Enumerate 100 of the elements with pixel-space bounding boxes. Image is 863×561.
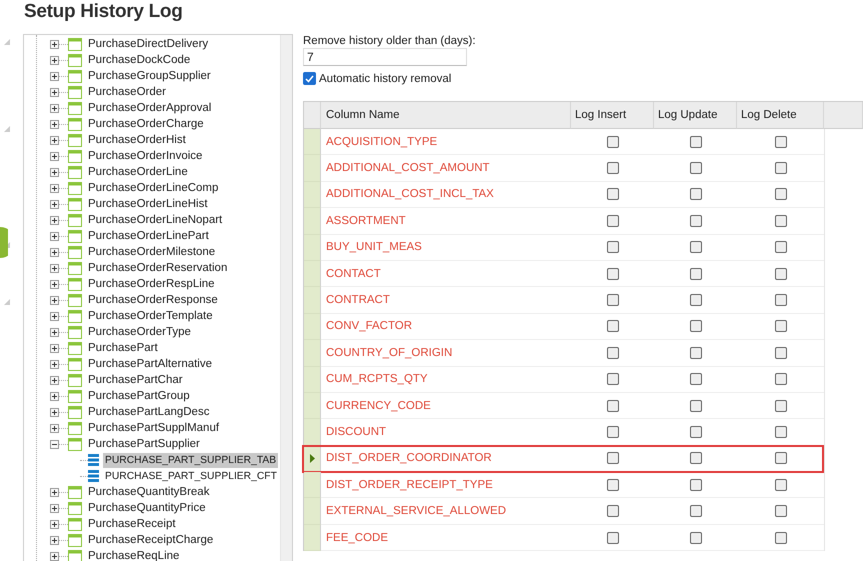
tree-item[interactable]: PurchaseOrderInvoice <box>86 148 204 164</box>
checkbox[interactable] <box>690 426 702 438</box>
checkbox[interactable] <box>690 346 702 359</box>
expand-icon[interactable] <box>50 136 59 144</box>
column-header[interactable]: Log Insert <box>571 102 654 129</box>
tree-item[interactable]: PurchaseOrderTemplate <box>86 308 215 324</box>
expand-icon[interactable] <box>50 360 59 368</box>
expand-icon[interactable] <box>50 248 59 256</box>
expand-icon[interactable] <box>50 168 59 176</box>
tree-item[interactable]: PurchasePart <box>86 340 160 356</box>
checkbox[interactable] <box>606 214 618 227</box>
tree-item[interactable]: PurchaseOrderLineHist <box>86 196 210 212</box>
checkbox[interactable] <box>690 214 702 227</box>
tree-item[interactable]: PurchaseOrderLineNopart <box>86 212 224 228</box>
checkbox[interactable] <box>606 532 618 544</box>
checkbox[interactable] <box>774 268 786 280</box>
tree-item[interactable]: PurchaseDirectDelivery <box>86 36 210 52</box>
expand-icon[interactable] <box>50 328 59 336</box>
tree-item[interactable]: PURCHASE_PART_SUPPLIER_CFT <box>103 468 279 484</box>
checkbox[interactable] <box>690 241 702 254</box>
tree-item[interactable]: PurchaseOrderLine <box>86 164 190 180</box>
checkbox[interactable] <box>606 241 618 254</box>
checkbox[interactable] <box>690 452 702 464</box>
tree-item[interactable]: PurchaseOrder <box>86 84 168 100</box>
tree-item[interactable]: PurchasePartLangDesc <box>86 404 212 420</box>
expand-icon[interactable] <box>50 536 59 544</box>
tree-item[interactable]: PurchaseDockCode <box>86 52 192 68</box>
tree-item[interactable]: PurchaseQuantityBreak <box>86 484 212 500</box>
expand-icon[interactable] <box>50 120 59 128</box>
expand-icon[interactable] <box>50 520 59 528</box>
checkbox[interactable] <box>690 532 702 544</box>
checkbox[interactable] <box>774 294 786 306</box>
checkbox[interactable] <box>774 373 786 386</box>
expand-icon[interactable] <box>50 72 59 80</box>
checkbox[interactable] <box>774 426 786 438</box>
checkbox[interactable] <box>690 136 702 148</box>
checkbox[interactable] <box>774 162 786 174</box>
days-field[interactable]: 7 <box>303 48 467 66</box>
tree-item[interactable]: PurchasePartSupplManuf <box>86 420 222 436</box>
expand-icon[interactable] <box>50 104 59 112</box>
checkbox[interactable] <box>774 532 786 544</box>
expand-icon[interactable] <box>50 312 59 320</box>
checkbox[interactable] <box>690 373 702 386</box>
checkbox[interactable] <box>690 268 702 280</box>
expand-icon[interactable] <box>50 424 59 432</box>
column-header[interactable]: Log Update <box>654 102 737 129</box>
expand-icon[interactable] <box>50 88 59 96</box>
column-header[interactable]: Column Name <box>321 102 571 129</box>
checkbox[interactable] <box>606 162 618 174</box>
checkbox[interactable] <box>774 400 786 412</box>
collapse-icon[interactable] <box>50 440 59 448</box>
tree-item[interactable]: PurchasePartGroup <box>86 388 192 404</box>
checkbox[interactable] <box>690 505 702 518</box>
checkbox[interactable] <box>606 188 618 200</box>
checkbox[interactable] <box>774 241 786 254</box>
expand-icon[interactable] <box>50 392 59 400</box>
tree-item[interactable]: PurchasePartAlternative <box>86 356 214 372</box>
tree-item[interactable]: PURCHASE_PART_SUPPLIER_TAB <box>103 452 278 468</box>
tree-item[interactable]: PurchasePartSupplier <box>86 436 202 452</box>
expand-icon[interactable] <box>50 184 59 192</box>
expand-icon[interactable] <box>50 152 59 160</box>
tree-item[interactable]: PurchaseOrderRespLine <box>86 276 217 292</box>
expand-icon[interactable] <box>50 408 59 416</box>
tree-item[interactable]: PurchaseOrderHist <box>86 132 188 148</box>
checkbox[interactable] <box>606 478 618 491</box>
checkbox[interactable] <box>774 188 786 200</box>
checkbox[interactable] <box>774 346 786 359</box>
checkbox[interactable] <box>774 478 786 491</box>
tree-item[interactable]: PurchasePartChar <box>86 372 185 388</box>
checkbox[interactable] <box>774 214 786 227</box>
expand-icon[interactable] <box>50 344 59 352</box>
tree-item[interactable]: PurchaseQuantityPrice <box>86 500 208 516</box>
tree-item[interactable]: PurchaseOrderResponse <box>86 292 220 308</box>
tree-item[interactable]: PurchaseOrderType <box>86 324 193 340</box>
checkbox[interactable] <box>606 373 618 386</box>
expand-icon[interactable] <box>50 200 59 208</box>
checkbox[interactable] <box>606 136 618 148</box>
checkbox[interactable] <box>690 400 702 412</box>
checkbox[interactable] <box>606 346 618 359</box>
expand-icon[interactable] <box>50 216 59 224</box>
scrollbar[interactable] <box>280 35 292 561</box>
column-header[interactable]: Log Delete <box>737 102 824 129</box>
expand-icon[interactable] <box>50 264 59 272</box>
checkbox[interactable] <box>606 452 618 464</box>
tree-item[interactable]: PurchaseOrderApproval <box>86 100 214 116</box>
expand-icon[interactable] <box>50 280 59 288</box>
checkbox[interactable] <box>606 400 618 412</box>
checkbox[interactable] <box>774 452 786 464</box>
checkbox[interactable] <box>690 320 702 332</box>
expand-icon[interactable] <box>50 40 59 48</box>
row-header[interactable] <box>304 419 321 446</box>
checkbox[interactable] <box>774 136 786 148</box>
tree-item[interactable]: PurchaseOrderMilestone <box>86 244 218 260</box>
checkbox[interactable] <box>606 505 618 518</box>
checkbox[interactable] <box>606 294 618 306</box>
tree-item[interactable]: PurchaseGroupSupplier <box>86 68 213 84</box>
checkbox[interactable] <box>690 478 702 491</box>
checkbox[interactable] <box>774 505 786 518</box>
tree-item[interactable]: PurchaseReceiptCharge <box>86 532 216 548</box>
expand-icon[interactable] <box>50 488 59 496</box>
